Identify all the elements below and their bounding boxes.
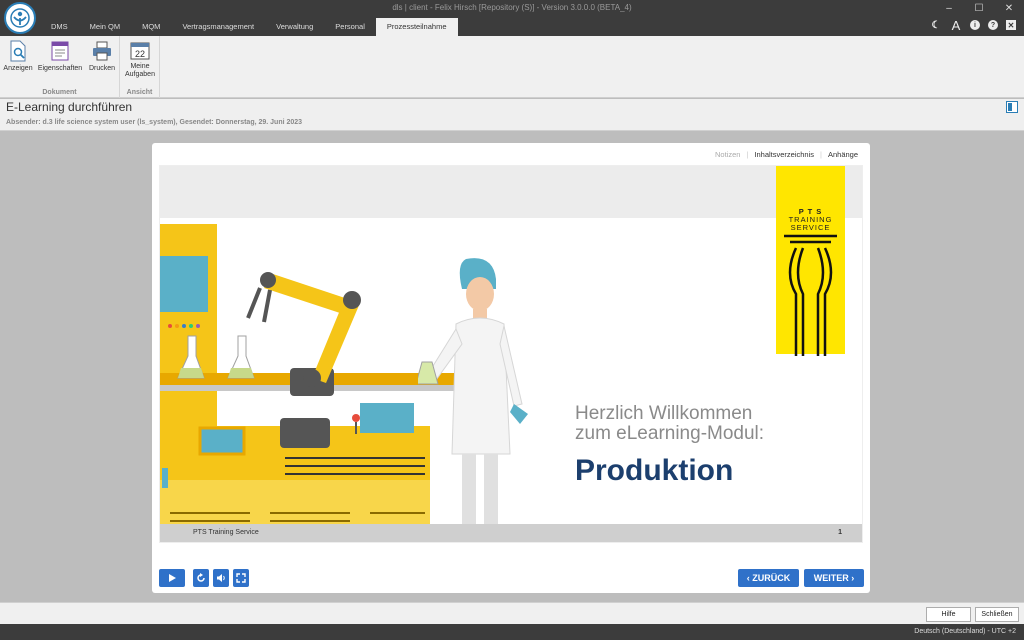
tab-vertragsmanagement[interactable]: Vertragsmanagement — [171, 18, 265, 36]
tab-verwaltung[interactable]: Verwaltung — [265, 18, 324, 36]
close-icon[interactable]: ✕ — [994, 0, 1024, 16]
tab-mein-qm[interactable]: Mein QM — [79, 18, 131, 36]
hilfe-button[interactable]: Hilfe — [926, 607, 971, 622]
tab-personal[interactable]: Personal — [324, 18, 376, 36]
welcome-line2: zum eLearning-Modul: — [575, 424, 764, 444]
ribbon-group-ansicht: 22 Meine Aufgaben Ansicht — [120, 36, 160, 98]
dialog-footer: Hilfe Schließen — [0, 602, 1024, 624]
tab-mqm[interactable]: MQM — [131, 18, 171, 36]
tab-dms[interactable]: DMS — [40, 18, 79, 36]
sender-info: Absender: d.3 life science system user (… — [6, 119, 302, 126]
properties-icon — [50, 40, 70, 62]
pts-logo-mark-icon — [776, 234, 845, 364]
document-view-icon — [8, 40, 28, 62]
pts-logo: P T S TRAINING SERVICE — [776, 166, 845, 354]
anhaenge-link[interactable]: Anhänge — [828, 150, 858, 159]
ribbon-group-dokument: Anzeigen Eigenschaften Drucken Dokument — [0, 36, 120, 98]
schliessen-button[interactable]: Schließen — [975, 607, 1019, 622]
group-label-dokument: Dokument — [0, 89, 119, 96]
pts-logo-line3: SERVICE — [776, 224, 845, 232]
weiter-button[interactable]: WEITER › — [804, 569, 864, 587]
anzeigen-label: Anzeigen — [3, 65, 32, 73]
module-title: Produktion — [575, 454, 733, 488]
meine-aufgaben-button[interactable]: 22 Meine Aufgaben — [124, 40, 156, 79]
window-controls: – ☐ ✕ — [934, 0, 1024, 16]
fullscreen-button[interactable] — [233, 569, 249, 587]
document-header: E-Learning durchführen Absender: d.3 lif… — [0, 99, 1024, 131]
calendar-icon: 22 — [130, 40, 150, 60]
inhaltsverzeichnis-link[interactable]: Inhaltsverzeichnis — [754, 150, 814, 159]
status-bar: Deutsch (Deutschland) - UTC +2 — [0, 624, 1024, 640]
font-size-icon[interactable]: A — [950, 18, 962, 32]
header-tools: ☾ A i ? ✕ — [930, 18, 1016, 32]
printer-icon — [91, 40, 113, 62]
eigenschaften-button[interactable]: Eigenschaften — [38, 40, 82, 73]
slide-header-band — [160, 166, 863, 218]
side-panel-toggle-icon[interactable] — [1006, 101, 1018, 113]
link-separator: | — [746, 150, 748, 159]
slide-footer: PTS Training Service 1 — [160, 524, 863, 542]
play-icon — [168, 574, 176, 582]
notizen-link[interactable]: Notizen — [715, 150, 740, 159]
help-icon[interactable]: ? — [988, 20, 998, 30]
scientist-illustration — [418, 254, 528, 543]
anzeigen-button[interactable]: Anzeigen — [4, 40, 32, 73]
zurueck-button[interactable]: ‹ ZURÜCK — [738, 569, 799, 587]
expand-icon — [236, 573, 246, 583]
player-top-links: Notizen | Inhaltsverzeichnis | Anhänge — [715, 150, 858, 159]
slide-canvas: P T S TRAINING SERVICE Herzlich Willkomm… — [159, 165, 863, 543]
drucken-label: Drucken — [89, 65, 115, 73]
play-button[interactable] — [159, 569, 185, 587]
elearning-player: Notizen | Inhaltsverzeichnis | Anhänge — [152, 143, 870, 593]
slide-footer-brand: PTS Training Service — [193, 524, 259, 542]
eigenschaften-label: Eigenschaften — [38, 65, 82, 73]
window-title: dls | client - Felix Hirsch [Repository … — [0, 3, 1024, 12]
link-separator: | — [820, 150, 822, 159]
page-title: E-Learning durchführen — [6, 100, 132, 114]
pts-logo-text: P T S TRAINING SERVICE — [776, 208, 845, 232]
replay-button[interactable] — [193, 569, 209, 587]
aufgaben-label-line2: Aufgaben — [125, 71, 155, 79]
minimize-icon[interactable]: – — [934, 0, 964, 16]
speaker-icon — [216, 573, 226, 583]
replay-icon — [196, 573, 206, 583]
ribbon: Anzeigen Eigenschaften Drucken Dokument … — [0, 36, 1024, 98]
theme-moon-icon[interactable]: ☾ — [930, 18, 942, 32]
title-bar: dls | client - Felix Hirsch [Repository … — [0, 0, 1024, 36]
tab-prozessteilnahme[interactable]: Prozessteilnahme — [376, 18, 458, 36]
svg-text:22: 22 — [135, 49, 145, 59]
close-tab-icon[interactable]: ✕ — [1006, 20, 1016, 30]
main-tabs: DMS Mein QM MQM Vertragsmanagement Verwa… — [40, 18, 458, 36]
welcome-line1: Herzlich Willkommen — [575, 404, 764, 424]
info-icon[interactable]: i — [970, 20, 980, 30]
drucken-button[interactable]: Drucken — [87, 40, 117, 73]
aufgaben-label-line1: Meine — [130, 63, 149, 71]
locale-status: Deutsch (Deutschland) - UTC +2 — [914, 628, 1016, 635]
maximize-icon[interactable]: ☐ — [964, 0, 994, 16]
volume-button[interactable] — [213, 569, 229, 587]
welcome-text: Herzlich Willkommen zum eLearning-Modul: — [575, 404, 764, 444]
slide-page-number: 1 — [838, 524, 842, 542]
group-label-ansicht: Ansicht — [120, 89, 159, 96]
